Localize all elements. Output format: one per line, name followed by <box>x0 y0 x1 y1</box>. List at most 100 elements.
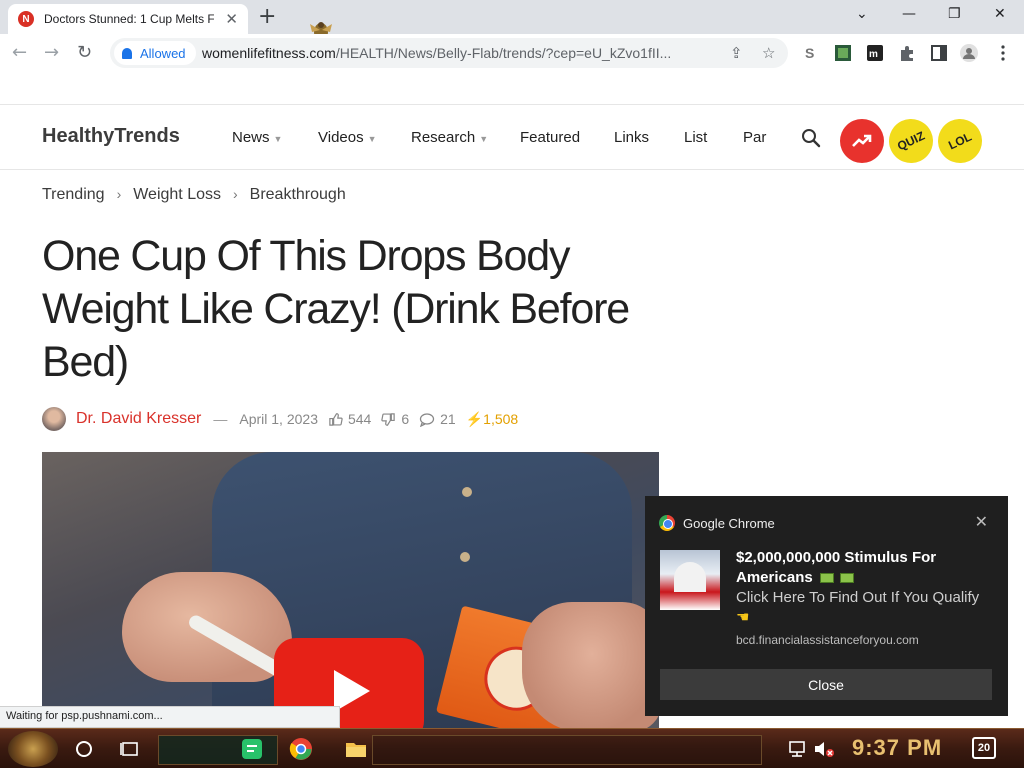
close-window-button[interactable]: ✕ <box>994 6 1006 22</box>
publish-date: April 1, 2023 <box>239 411 318 427</box>
video-frame-shirt-button <box>460 552 470 562</box>
comment-count: 21 <box>440 411 456 427</box>
article-meta: Dr. David Kresser — April 1, 2023 544 6 … <box>42 406 518 432</box>
thumbs-down-icon <box>381 412 396 426</box>
notification-close-button[interactable]: Close <box>660 669 992 700</box>
extension-image-icon[interactable] <box>834 44 852 62</box>
taskbar-clock[interactable]: 9:37 PM <box>852 735 942 761</box>
tab-title: Doctors Stunned: 1 Cup Melts Fat <box>44 12 214 26</box>
url-domain: womenlifefitness.com <box>202 45 336 61</box>
forward-arrow-icon[interactable]: → <box>44 42 59 63</box>
dislike-button[interactable]: 6 <box>381 411 409 427</box>
share-icon[interactable]: ⇪ <box>730 44 743 62</box>
notification-capitol-image <box>660 550 720 610</box>
like-button[interactable]: 544 <box>328 411 371 427</box>
nav-label: News <box>232 129 270 146</box>
breadcrumb-item-trending[interactable]: Trending <box>42 186 105 203</box>
video-frame-shirt-button <box>462 487 472 497</box>
nav-item-links[interactable]: Links <box>614 129 649 146</box>
back-arrow-icon[interactable]: ← <box>12 42 27 63</box>
extension-m-icon[interactable]: m <box>866 44 884 62</box>
network-icon[interactable] <box>786 737 810 761</box>
notification-body-text: Click Here To Find Out If You Qualify <box>736 589 980 606</box>
reload-icon[interactable]: ↻ <box>77 42 92 63</box>
like-count: 544 <box>347 411 372 427</box>
caret-down-icon: ▼ <box>367 134 377 144</box>
browser-status-bar: Waiting for psp.pushnami.com... <box>0 706 340 728</box>
video-player[interactable] <box>42 452 659 728</box>
volume-muted-icon[interactable] <box>812 737 836 761</box>
quiz-button[interactable]: QUIZ <box>881 111 941 171</box>
comments-link[interactable]: 21 <box>419 411 456 427</box>
caret-down-icon: ▼ <box>273 134 283 144</box>
nav-item-news[interactable]: News ▼ <box>232 129 282 146</box>
start-button[interactable] <box>8 731 58 767</box>
lol-button[interactable]: LOL <box>930 111 990 171</box>
notification-app: Google Chrome <box>659 515 775 531</box>
url-text[interactable]: womenlifefitness.com/HEALTH/News/Belly-F… <box>202 45 722 61</box>
tab-strip: N Doctors Stunned: 1 Cup Melts Fat ✕ + ⌄… <box>0 0 1024 41</box>
thumbs-up-icon <box>329 412 343 426</box>
profile-avatar-icon[interactable] <box>960 44 978 62</box>
cortana-circle-icon[interactable] <box>72 737 96 761</box>
nav-label: Research <box>411 129 476 146</box>
nav-item-videos[interactable]: Videos ▼ <box>318 129 377 146</box>
author-name[interactable]: Dr. David Kresser <box>76 410 201 428</box>
breadcrumb: Trending › Weight Loss › Breakthrough <box>42 186 346 204</box>
bell-icon <box>122 47 132 59</box>
push-notification[interactable]: Google Chrome ✕ $2,000,000,000 Stimulus … <box>645 496 1008 716</box>
breadcrumb-item-weight-loss[interactable]: Weight Loss <box>133 186 221 203</box>
lightning-icon: ⚡ <box>465 410 484 427</box>
nav-item-research[interactable]: Research ▼ <box>411 129 488 146</box>
nav-item-featured[interactable]: Featured <box>520 129 580 146</box>
trending-arrow-icon <box>852 134 872 147</box>
site-header: HealthyTrends News ▼ Videos ▼ Research ▼ Fe… <box>0 104 1024 171</box>
nav-item-par[interactable]: Par <box>743 129 766 146</box>
address-bar[interactable]: Allowed womenlifefitness.com/HEALTH/News… <box>110 38 788 68</box>
bookmark-star-icon[interactable]: ☆ <box>762 44 775 62</box>
nav-item-list[interactable]: List <box>684 129 707 146</box>
action-center-badge[interactable]: 20 <box>972 737 996 759</box>
notification-permission-chip[interactable]: Allowed <box>114 41 196 65</box>
notification-app-name: Google Chrome <box>683 515 775 531</box>
browser-tab[interactable]: N Doctors Stunned: 1 Cup Melts Fat ✕ <box>8 4 248 34</box>
tab-close-icon[interactable]: ✕ <box>225 10 238 28</box>
notification-title: $2,000,000,000 Stimulus For Americans <box>736 548 996 588</box>
restore-button[interactable]: ❐ <box>948 6 961 22</box>
chevron-right-icon: › <box>232 186 238 202</box>
file-explorer-icon[interactable] <box>344 737 368 761</box>
meta-separator: — <box>213 411 228 427</box>
video-frame-hand <box>522 602 659 728</box>
new-tab-button[interactable]: + <box>258 4 276 29</box>
site-favicon-icon: N <box>18 11 34 27</box>
trending-button[interactable] <box>840 119 884 163</box>
extensions-puzzle-icon[interactable] <box>898 44 916 62</box>
extension-s-icon[interactable]: S <box>802 44 820 62</box>
nav-label: Videos <box>318 129 364 146</box>
caret-down-icon: ▼ <box>479 134 489 144</box>
svg-text:S: S <box>805 45 814 61</box>
side-panel-icon[interactable] <box>930 44 948 62</box>
pointing-hand-icon: ☚ <box>736 609 750 626</box>
site-logo[interactable]: HealthyTrends <box>42 125 180 148</box>
author-avatar[interactable] <box>42 407 66 431</box>
money-emoji-icon <box>819 573 834 584</box>
windows-taskbar: 9:37 PM 20 <box>0 728 1024 768</box>
notification-domain: bcd.financialassistanceforyou.com <box>736 633 919 647</box>
search-icon[interactable] <box>800 127 822 149</box>
notes-app-icon[interactable] <box>240 737 264 761</box>
comment-bubble-icon <box>419 412 435 427</box>
notification-title-text: $2,000,000,000 Stimulus For Americans <box>736 549 937 586</box>
notification-body: Click Here To Find Out If You Qualify ☚ <box>736 588 996 628</box>
task-view-icon[interactable] <box>118 737 142 761</box>
breadcrumb-item-breakthrough[interactable]: Breakthrough <box>250 186 346 203</box>
taskbar-slot <box>372 735 762 765</box>
minimize-button[interactable]: — <box>902 6 916 22</box>
notification-close-icon[interactable]: ✕ <box>975 512 988 532</box>
money-emoji-icon <box>839 573 854 584</box>
chrome-taskbar-icon[interactable] <box>289 737 313 761</box>
tab-search-chevron-icon[interactable]: ⌄ <box>856 6 868 22</box>
permission-chip-label: Allowed <box>140 45 186 61</box>
chevron-right-icon: › <box>116 186 122 202</box>
chrome-menu-icon[interactable] <box>994 44 1012 62</box>
